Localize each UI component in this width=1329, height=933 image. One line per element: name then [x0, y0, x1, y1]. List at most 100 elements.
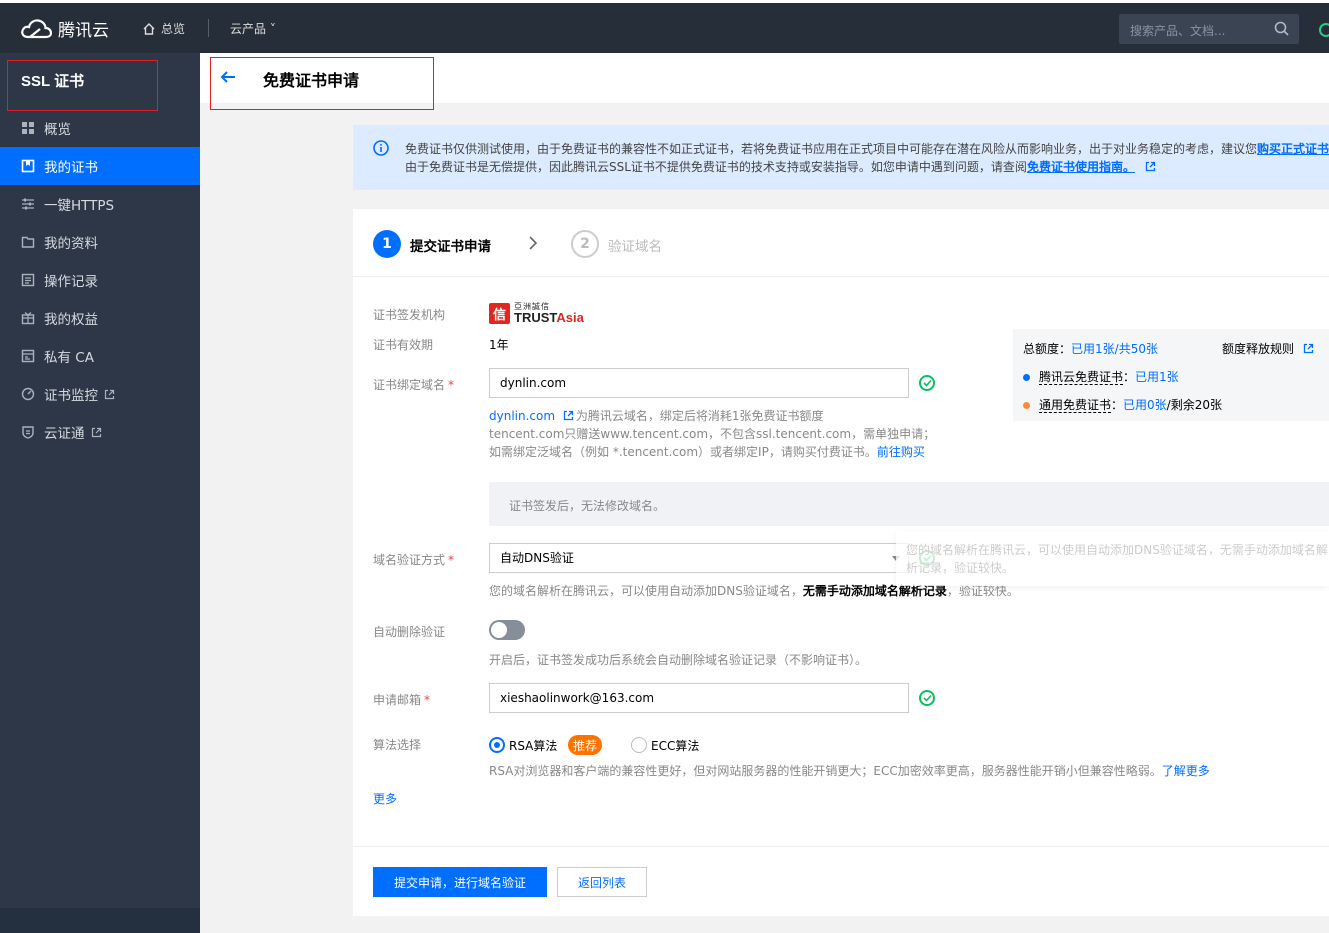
sidebar-item-my-benefits[interactable]: 我的权益	[0, 299, 200, 337]
global-search-input[interactable]: 搜索产品、文档...	[1119, 14, 1299, 44]
algorithm-hint: RSA对浏览器和客户端的兼容性更好，但对网站服务器的性能开销更大；ECC加密效率…	[489, 762, 1210, 779]
grid-icon	[20, 120, 36, 136]
auto-delete-label: 自动删除验证	[373, 625, 446, 639]
chevron-right-icon	[529, 236, 538, 250]
list-icon	[20, 272, 36, 288]
gift-icon	[20, 310, 36, 326]
verify-method-select[interactable]: 自动DNS验证	[489, 543, 909, 573]
blue-dot-icon	[1023, 374, 1030, 381]
free-cert-notice: 免费证书仅供测试使用，由于免费证书的兼容性不如正式证书，若将免费证书应用在正式项…	[353, 125, 1329, 190]
shield-icon	[20, 424, 36, 440]
trustasia-logo-en-b: Asia	[556, 310, 584, 325]
search-icon[interactable]	[1274, 21, 1289, 36]
notice-line-1: 免费证书仅供测试使用，由于免费证书的兼容性不如正式证书，若将免费证书应用在正式项…	[405, 140, 1329, 157]
highlight-box-sidebar-title	[7, 60, 158, 111]
validity-value: 1年	[489, 338, 509, 352]
verify-hint-c: ，验证较快。	[946, 584, 1019, 598]
step-1-number: 1	[373, 230, 401, 258]
trustasia-logo: 信 亞洲誠信 TRUSTAsia	[489, 302, 584, 324]
required-mark: *	[424, 693, 431, 707]
algorithm-hint-text: RSA对浏览器和客户端的兼容性更好，但对网站服务器的性能开销更大；ECC加密效率…	[489, 764, 1162, 778]
domain-lock-banner: 证书签发后，无法修改域名。	[489, 482, 1329, 526]
domain-hint-2: tencent.com只赠送www.tencent.com，不包含ssl.ten…	[489, 427, 936, 441]
email-input[interactable]: xieshaolinwork@163.com	[489, 683, 909, 713]
sidebar-item-overview[interactable]: 概览	[0, 109, 200, 147]
rsa-label[interactable]: RSA算法	[509, 737, 557, 754]
free-cert-guide-link[interactable]: 免费证书使用指南。	[1027, 160, 1135, 174]
auto-delete-toggle[interactable]	[489, 620, 525, 640]
recommended-badge: 推荐	[568, 735, 602, 755]
nav-overview-label: 总览	[161, 22, 186, 36]
tencent-cloud-logo[interactable]: 腾讯云	[20, 16, 109, 41]
verify-method-label: 域名验证方式 *	[373, 551, 454, 568]
sidebar-item-cert-monitor[interactable]: 证书监控	[0, 375, 200, 413]
folder-icon	[20, 234, 36, 250]
sidebar-item-private-ca[interactable]: 私有 CA	[0, 337, 200, 375]
quota-row-tencent-name: 腾讯云免费证书	[1039, 370, 1124, 385]
verify-hint-a: 您的域名解析在腾讯云，可以使用自动添加DNS验证域名，	[489, 584, 803, 598]
toggle-knob	[491, 622, 507, 638]
ca-icon	[20, 348, 36, 364]
sidebar-item-my-certificates[interactable]: 我的证书	[0, 147, 200, 185]
required-mark: *	[448, 553, 455, 567]
sidebar-item-label: 证书监控	[44, 388, 98, 404]
sidebar-item-one-click-https[interactable]: 一键HTTPS	[0, 185, 200, 223]
domain-hint-text-1: 为腾讯云域名，绑定后将消耗1张免费证书额度	[575, 409, 824, 423]
back-to-list-button[interactable]: 返回列表	[557, 867, 647, 897]
brand-name: 腾讯云	[58, 21, 109, 41]
sidebar: SSL 证书 概览 我的证书 一键HTTPS 我的资料 操作记录 我的权益 私有…	[0, 53, 200, 933]
sidebar-item-label: 云证通	[44, 426, 85, 442]
steps-divider	[353, 276, 1329, 277]
status-indicator-icon[interactable]	[1319, 23, 1329, 37]
email-label: 申请邮箱 *	[373, 691, 430, 708]
ecc-label[interactable]: ECC算法	[651, 737, 699, 754]
domain-input[interactable]: dynlin.com	[489, 368, 909, 398]
sidebar-item-label: 一键HTTPS	[44, 198, 115, 214]
quota-rule-text: 额度释放规则	[1222, 342, 1295, 356]
home-icon	[143, 22, 155, 35]
sidebar-item-label: 我的资料	[44, 236, 98, 252]
orange-dot-icon	[1023, 402, 1030, 409]
external-link-icon	[563, 410, 574, 421]
step-1-label: 提交证书申请	[410, 239, 491, 255]
tooltip-line-2: 析记录，验证较快。	[906, 561, 1015, 575]
sidebar-item-cloud-cert-pass[interactable]: 云证通	[0, 413, 200, 451]
sidebar-collapse-bar[interactable]	[0, 908, 200, 933]
sidebar-item-label: 我的证书	[44, 160, 98, 176]
submit-and-verify-button[interactable]: 提交申请，进行域名验证	[373, 867, 547, 897]
ecc-radio[interactable]	[631, 737, 647, 753]
quota-panel: 总额度：已用1张/共50张 额度释放规则 腾讯云免费证书：已用1张 通用免费证书…	[1013, 329, 1329, 421]
verify-hint-b: 无需手动添加域名解析记录	[802, 584, 947, 598]
quota-rule-link[interactable]: 额度释放规则	[1222, 340, 1314, 357]
sidebar-item-label: 操作记录	[44, 274, 98, 290]
nav-divider	[208, 19, 209, 37]
sidebar-item-label: 私有 CA	[44, 350, 94, 366]
sidebar-item-operation-log[interactable]: 操作记录	[0, 261, 200, 299]
quota-row-tencent: 腾讯云免费证书：已用1张	[1023, 368, 1179, 385]
trustasia-mark-icon: 信	[489, 302, 510, 324]
sidebar-item-label: 概览	[44, 122, 71, 138]
learn-more-link[interactable]: 了解更多	[1162, 764, 1210, 778]
buy-formal-cert-link[interactable]: 购买正式证书	[1257, 142, 1329, 156]
nav-overview[interactable]: 总览	[142, 20, 185, 37]
domain-hint-link[interactable]: dynlin.com	[489, 409, 555, 423]
external-link-icon	[91, 427, 101, 437]
algorithm-label: 算法选择	[373, 738, 422, 752]
required-mark: *	[448, 378, 455, 392]
search-placeholder: 搜索产品、文档...	[1130, 24, 1226, 38]
nav-cloud-products[interactable]: 云产品 ˅	[230, 20, 276, 37]
buy-paid-cert-link[interactable]: 前往购买	[877, 445, 925, 459]
sidebar-item-my-info[interactable]: 我的资料	[0, 223, 200, 261]
validity-label: 证书有效期	[373, 338, 434, 352]
tooltip-line-1: 您的域名解析在腾讯云，可以使用自动添加DNS验证域名，无需手动添加域名解	[906, 543, 1328, 557]
quota-row-general-name: 通用免费证书	[1039, 398, 1112, 413]
step-2-number: 2	[571, 230, 599, 258]
cloud-logo-icon	[21, 18, 52, 38]
domain-hint-text-3: 如需绑定泛域名（例如 *.tencent.com）或者绑定IP，请购买付费证书。	[489, 445, 877, 459]
quota-row-tencent-value: 已用1张	[1135, 370, 1179, 384]
domain-valid-check-icon	[919, 375, 935, 391]
rsa-radio[interactable]	[489, 737, 505, 753]
quota-row-general-rest: /剩余20张	[1166, 398, 1222, 412]
highlight-box-page-title	[210, 57, 434, 110]
more-options-link[interactable]: 更多	[373, 790, 397, 807]
